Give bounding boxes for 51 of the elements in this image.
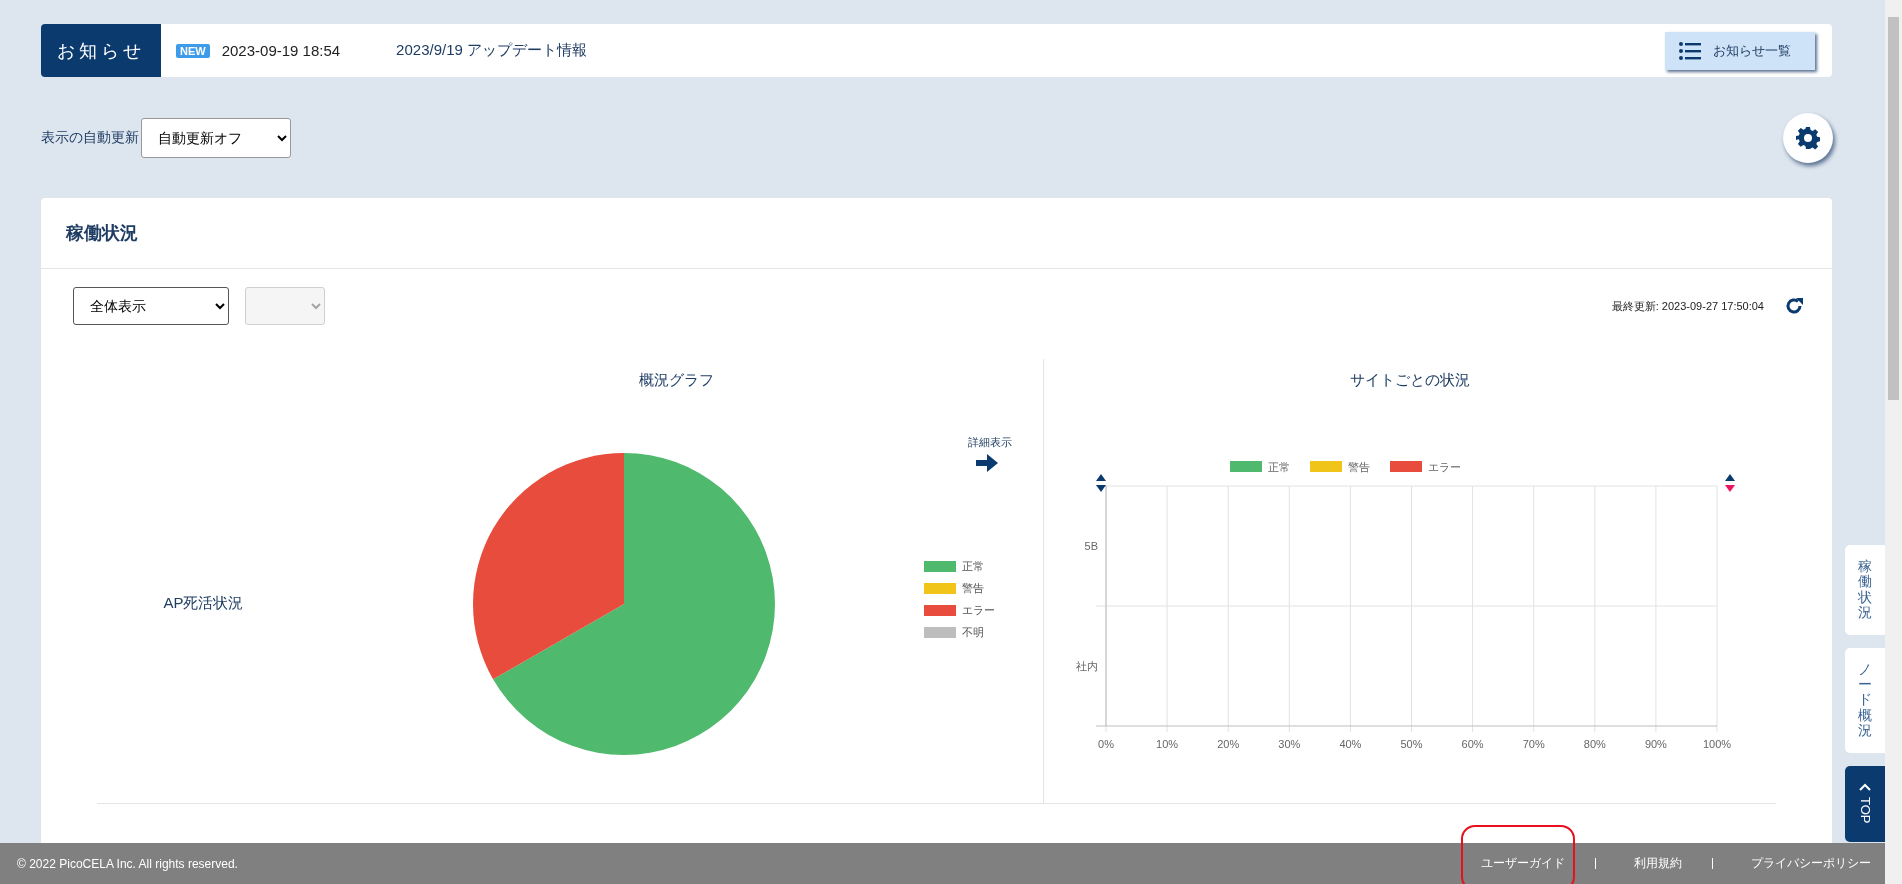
side-tab[interactable]: ノード概況	[1845, 647, 1885, 753]
notice-link[interactable]: 2023/9/19 アップデート情報	[396, 41, 587, 60]
arrow-right-icon[interactable]	[976, 454, 998, 472]
footer-link[interactable]: プライバシーポリシー	[1751, 855, 1871, 872]
tick-label: 10%	[1156, 738, 1179, 750]
refresh-icon[interactable]	[1784, 296, 1804, 316]
scrollbar[interactable]	[1885, 0, 1902, 884]
scroll-up-icon[interactable]	[1725, 474, 1735, 481]
tick-label: 60%	[1461, 738, 1484, 750]
legend-label: 不明	[962, 625, 984, 640]
detail-link[interactable]: 詳細表示	[968, 435, 1012, 450]
legend-label: 警告	[962, 581, 984, 596]
copyright-text: © 2022 PicoCELA Inc. All rights reserved.	[17, 856, 238, 871]
notice-date: 2023-09-19 18:54	[221, 42, 341, 59]
legend-label: 正常	[1268, 461, 1290, 473]
auto-refresh-label: 表示の自動更新	[41, 129, 139, 147]
footer-link[interactable]: ユーザーガイド	[1481, 855, 1565, 872]
last-updated: 最終更新: 2023-09-27 17:50:04	[1611, 298, 1764, 314]
scroll-up-icon[interactable]	[1096, 474, 1106, 481]
tick-label: 40%	[1339, 738, 1362, 750]
settings-button[interactable]	[1783, 113, 1833, 163]
side-tab[interactable]: 稼働状況	[1845, 545, 1885, 635]
scroll-down-icon[interactable]	[1096, 485, 1106, 492]
notice-list-button[interactable]: お知らせ一覧	[1665, 31, 1815, 70]
new-badge: NEW	[176, 43, 210, 58]
caret-up-icon	[1859, 783, 1871, 792]
tick-label: 50%	[1400, 738, 1423, 750]
category-label: 社内	[1076, 660, 1098, 672]
panel-title: 稼働状況	[66, 222, 138, 245]
footer-link[interactable]: 利用規約	[1634, 855, 1682, 872]
notice-label: お知らせ	[41, 24, 161, 77]
legend-label: エラー	[962, 603, 995, 618]
list-icon	[1679, 41, 1701, 60]
legend-label: 正常	[962, 559, 984, 574]
tick-label: 90%	[1644, 738, 1667, 750]
tick-label: 100%	[1702, 738, 1732, 750]
row-label: AP死活状況	[163, 593, 244, 613]
category-label: 5B	[1084, 540, 1098, 552]
tick-label: 80%	[1583, 738, 1606, 750]
chart-title: 概況グラフ	[638, 370, 715, 390]
auto-refresh-select[interactable]: 自動更新オフ	[141, 118, 291, 158]
top-button[interactable]: TOP	[1845, 765, 1885, 842]
legend-label: 警告	[1348, 461, 1370, 473]
settings-icon	[1796, 126, 1820, 150]
legend-label: エラー	[1428, 461, 1461, 473]
tick-label: 20%	[1217, 738, 1240, 750]
tick-label: 0%	[1098, 738, 1114, 750]
tick-label: 30%	[1278, 738, 1301, 750]
chart-title: サイトごとの状況	[1349, 370, 1471, 390]
filter-select[interactable]: 全体表示	[73, 287, 229, 325]
tick-label: 70%	[1522, 738, 1545, 750]
